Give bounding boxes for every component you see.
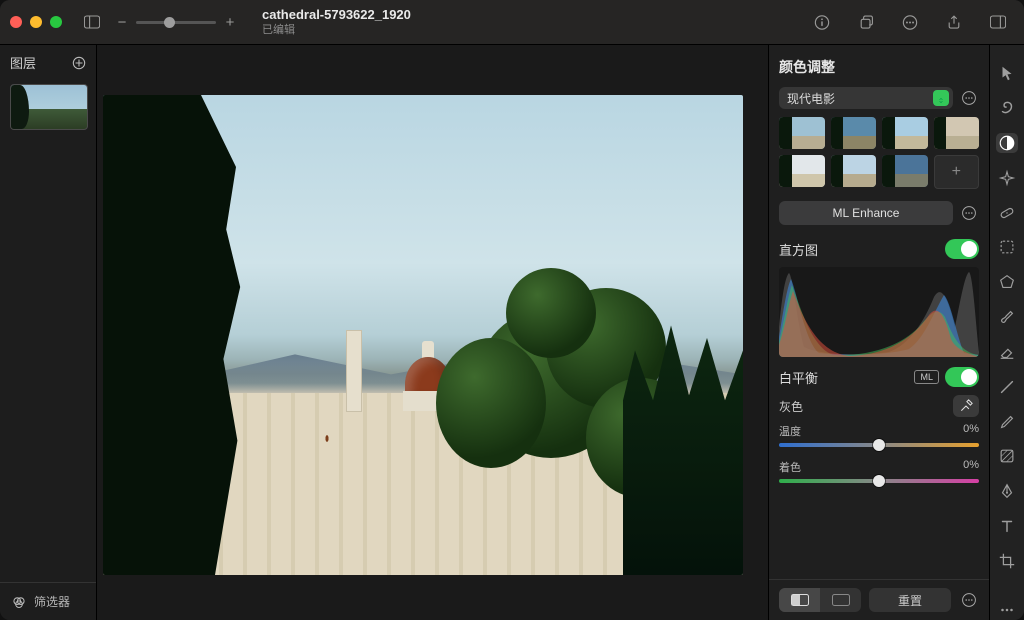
preset-options-button[interactable] — [959, 88, 979, 108]
preset-add-button[interactable]: + — [934, 155, 980, 189]
preset-thumb[interactable] — [934, 117, 980, 149]
tool-strip — [989, 45, 1024, 620]
duplicate-icon — [858, 14, 874, 30]
tool-color-adjust[interactable] — [996, 133, 1018, 154]
preset-thumb[interactable] — [882, 117, 928, 149]
share-button[interactable] — [938, 10, 970, 34]
preset-select-value: 现代电影 — [787, 90, 835, 107]
tool-gradient[interactable] — [996, 446, 1018, 467]
zoom-out-button[interactable]: − — [114, 14, 130, 30]
temperature-label: 温度 — [779, 423, 801, 439]
filter-button-label[interactable]: 筛选器 — [34, 593, 70, 610]
ellipsis-circle-icon — [902, 14, 918, 30]
tool-styles[interactable] — [996, 98, 1018, 119]
info-button[interactable] — [806, 10, 838, 34]
tool-erase[interactable] — [996, 342, 1018, 363]
layers-title: 图层 — [10, 53, 36, 72]
tool-smudge[interactable] — [996, 376, 1018, 397]
gray-label: 灰色 — [779, 398, 803, 415]
tint-label: 着色 — [779, 459, 801, 475]
tool-zoom[interactable] — [996, 599, 1018, 620]
ml-badge[interactable]: ML — [914, 370, 939, 384]
histogram-toggle[interactable] — [945, 239, 979, 259]
tool-type[interactable] — [996, 516, 1018, 537]
add-layer-button[interactable] — [72, 56, 86, 70]
tint-slider[interactable] — [779, 479, 979, 483]
layer-thumbnail[interactable] — [10, 84, 88, 130]
tint-value: 0% — [963, 459, 979, 475]
window-zoom[interactable] — [50, 16, 62, 28]
tool-pen[interactable] — [996, 481, 1018, 502]
preset-thumb[interactable] — [831, 117, 877, 149]
sidebar-icon — [84, 14, 100, 30]
more-button[interactable] — [894, 10, 926, 34]
inspector-title: 颜色调整 — [779, 57, 979, 77]
info-icon — [814, 14, 830, 30]
histogram-label: 直方图 — [779, 240, 818, 259]
tool-crop[interactable] — [996, 550, 1018, 571]
titlebar: − + cathedral-5793622_1920 已编辑 — [0, 0, 1024, 45]
temperature-slider[interactable] — [779, 443, 979, 447]
inspector-toggle-button[interactable] — [982, 10, 1014, 34]
zoom-slider[interactable] — [136, 21, 216, 24]
window-close[interactable] — [10, 16, 22, 28]
inspector-panel: 颜色调整 现代电影 + ML Enhance — [768, 45, 989, 620]
segment-full-icon — [820, 588, 861, 612]
canvas-cypress — [103, 95, 243, 575]
chevron-updown-icon — [933, 90, 949, 106]
temperature-value: 0% — [963, 423, 979, 439]
histogram — [779, 267, 979, 357]
preset-thumb-grid: + — [779, 117, 979, 189]
filter-icon — [12, 595, 26, 609]
reset-button[interactable]: 重置 — [869, 588, 951, 612]
share-icon — [946, 14, 962, 30]
ml-enhance-label: ML Enhance — [833, 206, 900, 220]
preset-thumb[interactable] — [831, 155, 877, 187]
image-canvas[interactable] — [103, 95, 743, 575]
panel-right-icon — [990, 14, 1006, 30]
white-balance-label: 白平衡 — [779, 368, 818, 387]
zoom-in-button[interactable]: + — [222, 14, 238, 30]
layers-panel: 图层 筛选器 — [0, 45, 97, 620]
preset-thumb[interactable] — [779, 117, 825, 149]
tool-paint[interactable] — [996, 307, 1018, 328]
ml-enhance-button[interactable]: ML Enhance — [779, 201, 953, 225]
white-balance-toggle[interactable] — [945, 367, 979, 387]
tool-shape[interactable] — [996, 272, 1018, 293]
canvas-belltower — [346, 330, 362, 412]
tool-retouch[interactable] — [996, 202, 1018, 223]
tool-select[interactable] — [996, 237, 1018, 258]
tool-pointer[interactable] — [996, 63, 1018, 84]
inspector-foot-more-button[interactable] — [959, 590, 979, 610]
segment-split-icon — [779, 588, 820, 612]
canvas-area[interactable] — [97, 45, 768, 620]
duplicate-button[interactable] — [850, 10, 882, 34]
preset-thumb[interactable] — [882, 155, 928, 187]
sidebar-toggle-button[interactable] — [76, 10, 108, 34]
preset-select[interactable]: 现代电影 — [779, 87, 953, 109]
before-after-segment[interactable] — [779, 588, 861, 612]
window-minimize[interactable] — [30, 16, 42, 28]
preset-thumb[interactable] — [779, 155, 825, 187]
ml-enhance-options-button[interactable] — [959, 203, 979, 223]
tool-effects[interactable] — [996, 167, 1018, 188]
gray-eyedropper-button[interactable] — [953, 395, 979, 417]
document-title: cathedral-5793622_1920 — [262, 8, 411, 23]
tool-clone[interactable] — [996, 411, 1018, 432]
reset-label: 重置 — [898, 592, 922, 609]
document-status: 已编辑 — [262, 24, 411, 37]
